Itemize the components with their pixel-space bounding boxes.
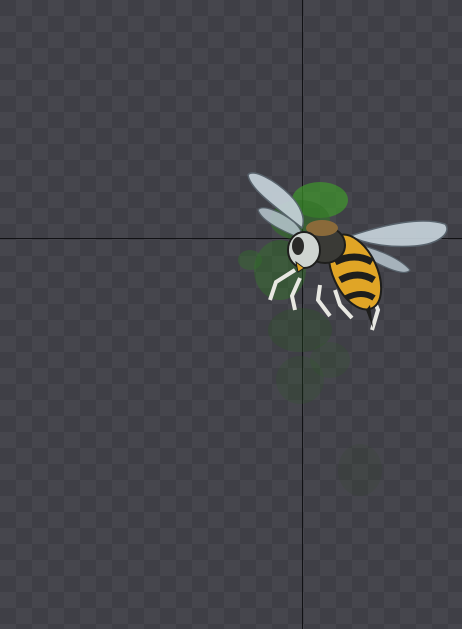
bee-icon[interactable] [200,160,462,520]
sprite-editor-canvas[interactable] [0,0,462,629]
